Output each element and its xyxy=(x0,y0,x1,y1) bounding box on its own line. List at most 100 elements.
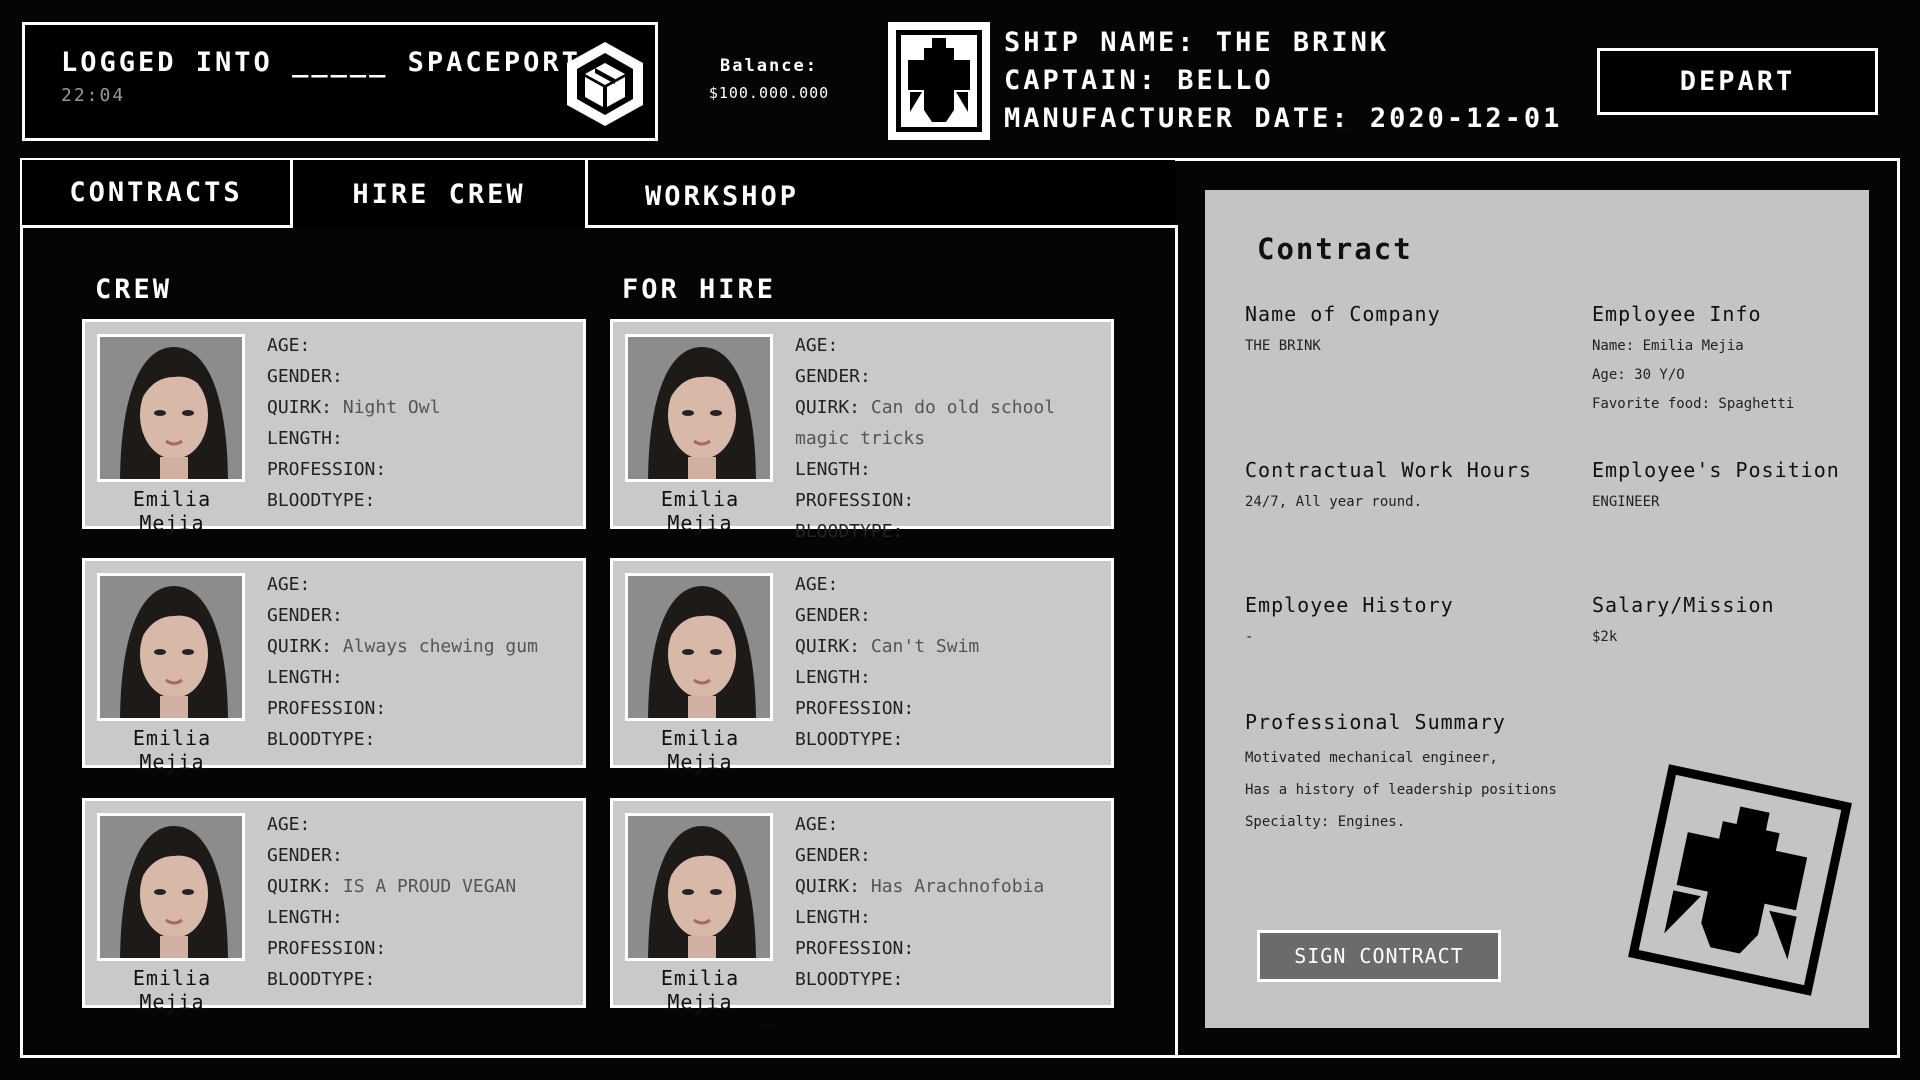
quirk-row: QUIRK: Night Owl xyxy=(267,392,440,423)
crew-card[interactable]: Emilia Mejia AGE: GENDER: QUIRK: Always che… xyxy=(82,558,586,774)
profession-label: PROFESSION: xyxy=(795,490,915,511)
profession-label: PROFESSION: xyxy=(267,459,387,480)
contract-title: Contract xyxy=(1257,232,1413,266)
bloodtype-label: BLOODTYPE: xyxy=(267,969,376,990)
crew-name: Emilia Mejia xyxy=(660,726,740,774)
crew-name: Emilia Mejia xyxy=(132,487,212,535)
crew-name: Emilia Mejia xyxy=(660,487,740,535)
quirk-label: QUIRK: xyxy=(267,397,333,418)
ship-emblem-icon xyxy=(888,22,990,140)
length-label: LENGTH: xyxy=(795,459,871,480)
profession-label: PROFESSION: xyxy=(795,938,915,959)
age-label: AGE: xyxy=(267,814,311,835)
age-label: AGE: xyxy=(795,814,839,835)
crew-stats: AGE: GENDER: QUIRK: Can't Swim LENGTH: PROFE… xyxy=(795,569,979,755)
crew-stats: AGE: GENDER: QUIRK: Can do old school magi… xyxy=(795,330,1111,547)
quirk-value: IS A PROUD VEGAN xyxy=(342,876,517,897)
bloodtype-label: BLOODTYPE: xyxy=(267,490,376,511)
length-label: LENGTH: xyxy=(267,667,343,688)
balance-value: $100.000.000 xyxy=(708,84,830,102)
manufacturer-date: MANUFACTURER DATE: 2020-12-01 xyxy=(1004,103,1563,134)
position-value: ENGINEER xyxy=(1592,494,1660,510)
clock-time: 22:04 xyxy=(61,85,126,106)
portrait-avatar xyxy=(97,813,245,961)
portrait-avatar xyxy=(97,334,245,482)
gender-label: GENDER: xyxy=(795,605,871,626)
profession-label: PROFESSION: xyxy=(267,938,387,959)
gender-label: GENDER: xyxy=(267,366,343,387)
work-hours-label: Contractual Work Hours xyxy=(1245,458,1532,482)
quirk-value: Always chewing gum xyxy=(342,636,538,657)
crew-card[interactable]: Emilia Mejia AGE: GENDER: QUIRK: IS A PROUD… xyxy=(82,798,586,1014)
quirk-row: QUIRK: IS A PROUD VEGAN xyxy=(267,871,516,902)
quirk-row: QUIRK: Can do old school magic tricks xyxy=(795,392,1111,454)
crew-stats: AGE: GENDER: QUIRK: IS A PROUD VEGAN LENGTH… xyxy=(267,809,516,995)
for-hire-card[interactable]: Emilia Mejia AGE: GENDER: QUIRK: Can do old… xyxy=(610,319,1114,542)
quirk-label: QUIRK: xyxy=(267,636,333,657)
summary-text: Motivated mechanical engineer, Has a his… xyxy=(1245,742,1557,838)
crew-stats: AGE: GENDER: QUIRK: Has Arachnofobia LENGTH… xyxy=(795,809,1044,995)
employee-age: Age: 30 Y/O xyxy=(1592,367,1685,383)
crew-stats: AGE: GENDER: QUIRK: Night Owl LENGTH: PROFES… xyxy=(267,330,440,516)
quirk-row: QUIRK: Can't Swim xyxy=(795,631,979,662)
login-status: LOGGED INTO _____ SPACEPORT xyxy=(61,47,581,78)
employee-name: Name: Emilia Mejia xyxy=(1592,338,1744,354)
ship-name: SHIP NAME: THE BRINK xyxy=(1004,27,1390,58)
summary-line: Specialty: Engines. xyxy=(1245,814,1406,830)
history-value: - xyxy=(1245,629,1254,645)
profession-label: PROFESSION: xyxy=(267,698,387,719)
employee-info: Name: Emilia Mejia Age: 30 Y/O Favorite … xyxy=(1592,332,1794,419)
company-label: Name of Company xyxy=(1245,302,1441,326)
gender-label: GENDER: xyxy=(795,845,871,866)
company-value: THE BRINK xyxy=(1245,338,1321,354)
bloodtype-label: BLOODTYPE: xyxy=(795,729,904,750)
tab-workshop[interactable]: WORKSHOP xyxy=(585,160,1175,228)
login-panel: LOGGED INTO _____ SPACEPORT 22:04 xyxy=(22,22,658,141)
ship-info: SHIP NAME: THE BRINK CAPTAIN: BELLO MANU… xyxy=(1004,24,1562,138)
quirk-row: QUIRK: Has Arachnofobia xyxy=(795,871,1044,902)
salary-value: $2k xyxy=(1592,629,1618,645)
portrait-avatar xyxy=(625,813,773,961)
employee-info-label: Employee Info xyxy=(1592,302,1762,326)
quirk-label: QUIRK: xyxy=(795,876,861,897)
quirk-row: QUIRK: Always chewing gum xyxy=(267,631,538,662)
age-label: AGE: xyxy=(795,574,839,595)
summary-line: Has a history of leadership positions xyxy=(1245,782,1557,798)
gender-label: GENDER: xyxy=(267,605,343,626)
crew-card[interactable]: Emilia Mejia AGE: GENDER: QUIRK: Night Owl L… xyxy=(82,319,586,535)
quirk-value: Has Arachnofobia xyxy=(870,876,1045,897)
profession-label: PROFESSION: xyxy=(795,698,915,719)
cargo-box-icon xyxy=(567,42,643,126)
age-label: AGE: xyxy=(795,335,839,356)
portrait-avatar xyxy=(625,573,773,721)
tab-contracts[interactable]: CONTRACTS xyxy=(22,160,293,228)
employee-food: Favorite food: Spaghetti xyxy=(1592,396,1795,412)
quirk-value: Can't Swim xyxy=(870,636,980,657)
age-label: AGE: xyxy=(267,335,311,356)
crew-stats: AGE: GENDER: QUIRK: Always chewing gum LENG… xyxy=(267,569,538,755)
tab-hire-crew[interactable]: HIRE CREW xyxy=(293,160,585,228)
ship-stamp-icon xyxy=(1628,764,1852,996)
length-label: LENGTH: xyxy=(267,428,343,449)
crew-name: Emilia Mejia xyxy=(660,966,740,1014)
quirk-label: QUIRK: xyxy=(795,636,861,657)
sign-contract-button[interactable]: SIGN CONTRACT xyxy=(1257,930,1501,982)
bloodtype-label: BLOODTYPE: xyxy=(267,729,376,750)
crew-heading: CREW xyxy=(95,274,173,305)
for-hire-heading: FOR HIRE xyxy=(622,274,777,305)
summary-line: Motivated mechanical engineer, xyxy=(1245,750,1498,766)
length-label: LENGTH: xyxy=(795,907,871,928)
balance-label: Balance: xyxy=(720,56,818,76)
for-hire-card[interactable]: Emilia Mejia AGE: GENDER: QUIRK: Has Arachn… xyxy=(610,798,1114,1014)
for-hire-card[interactable]: Emilia Mejia AGE: GENDER: QUIRK: Can't Swim… xyxy=(610,558,1114,774)
position-label: Employee's Position xyxy=(1592,458,1840,482)
length-label: LENGTH: xyxy=(267,907,343,928)
bloodtype-label: BLOODTYPE: xyxy=(795,521,904,542)
length-label: LENGTH: xyxy=(795,667,871,688)
depart-button[interactable]: DEPART xyxy=(1597,48,1878,115)
balance-display: Balance: $100.000.000 xyxy=(696,56,842,102)
portrait-avatar xyxy=(625,334,773,482)
work-hours-value: 24/7, All year round. xyxy=(1245,494,1423,510)
salary-label: Salary/Mission xyxy=(1592,593,1775,617)
captain-name: CAPTAIN: BELLO xyxy=(1004,65,1274,96)
